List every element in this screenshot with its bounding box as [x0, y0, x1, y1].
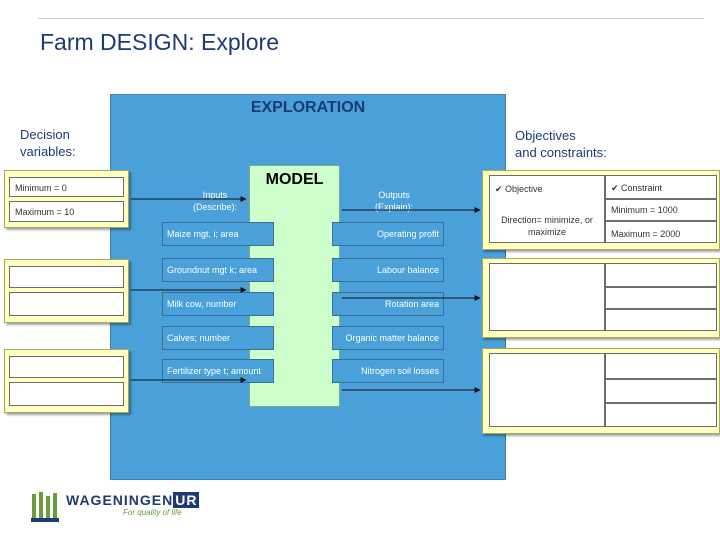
logo-wordmark-main: WAGENINGEN — [66, 492, 174, 508]
flow-arrows — [131, 196, 481, 393]
wageningen-logo-icon — [31, 492, 59, 522]
logo-wordmark: WAGENINGEN UR — [66, 492, 200, 508]
logo-wordmark-suffix: UR — [173, 492, 200, 508]
logo-tagline: For quality of life — [123, 508, 182, 517]
